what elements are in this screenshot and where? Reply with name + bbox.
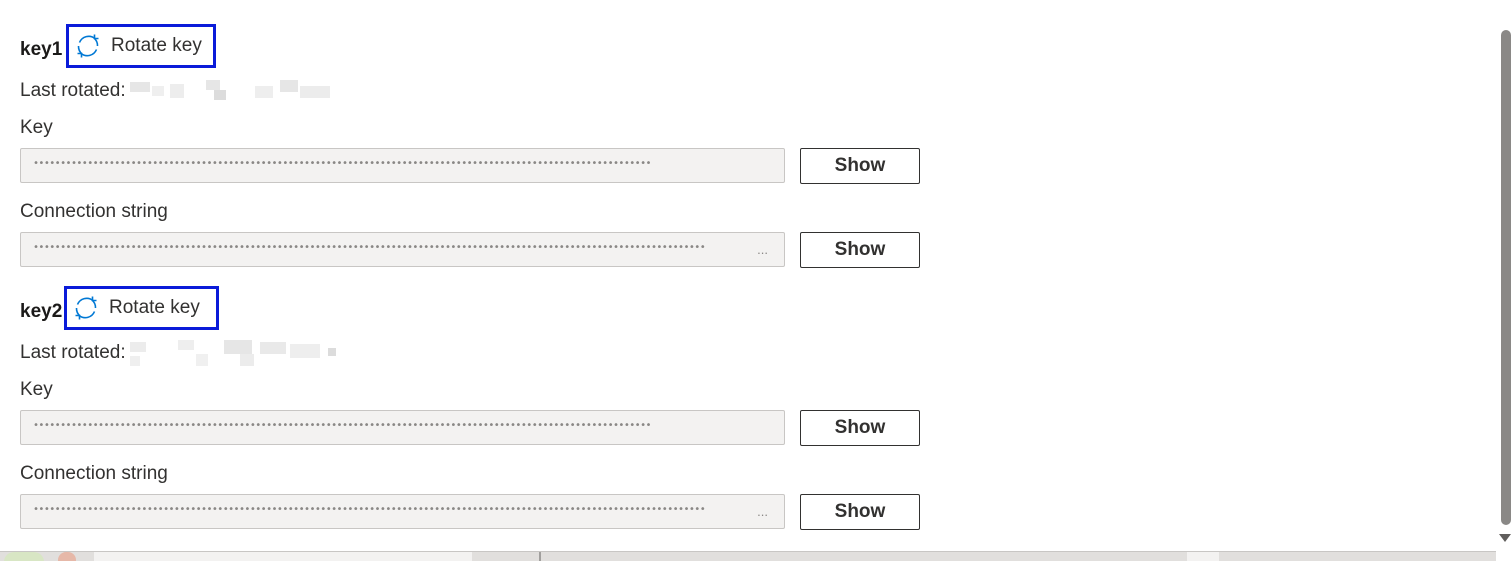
key1-connection-string-field[interactable]: ••••••••••••••••••••••••••••••••••••••••… xyxy=(20,232,785,267)
taskbar-divider xyxy=(1187,552,1219,561)
key-name: key2 xyxy=(20,301,63,322)
taskbar-divider xyxy=(94,552,472,561)
refresh-icon xyxy=(75,33,101,59)
truncation-ellipsis: ... xyxy=(757,504,768,519)
key2-section: key2 Rotate key Last rotated: Key ••••••… xyxy=(20,286,920,538)
key-masked-value: ••••••••••••••••••••••••••••••••••••••••… xyxy=(33,420,652,431)
last-rotated-label: Last rotated: xyxy=(20,342,126,363)
show-key1-button[interactable]: Show xyxy=(800,148,920,184)
last-rotated-label: Last rotated: xyxy=(20,80,126,101)
connection-string-label: Connection string xyxy=(20,201,168,222)
redacted-date xyxy=(130,80,335,104)
rotate-key-label: Rotate key xyxy=(109,297,200,318)
connection-masked-value: ••••••••••••••••••••••••••••••••••••••••… xyxy=(33,242,706,253)
rotate-key1-button[interactable]: Rotate key xyxy=(66,24,216,68)
key-label: Key xyxy=(20,379,53,400)
taskbar-app-icon[interactable] xyxy=(4,552,44,561)
rotate-key-label: Rotate key xyxy=(111,35,202,56)
key-masked-value: ••••••••••••••••••••••••••••••••••••••••… xyxy=(33,158,652,169)
key1-value-field[interactable]: ••••••••••••••••••••••••••••••••••••••••… xyxy=(20,148,785,183)
key2-value-field[interactable]: ••••••••••••••••••••••••••••••••••••••••… xyxy=(20,410,785,445)
taskbar-divider xyxy=(539,552,541,561)
vertical-scrollbar[interactable] xyxy=(1496,0,1512,561)
connection-string-label: Connection string xyxy=(20,463,168,484)
scroll-down-arrow-icon[interactable] xyxy=(1499,534,1511,542)
truncation-ellipsis: ... xyxy=(757,242,768,257)
rotate-key2-button[interactable]: Rotate key xyxy=(64,286,219,330)
show-key2-button[interactable]: Show xyxy=(800,410,920,446)
redacted-date xyxy=(130,340,340,366)
show-key1-connection-button[interactable]: Show xyxy=(800,232,920,268)
key-name: key1 xyxy=(20,39,63,60)
show-key2-connection-button[interactable]: Show xyxy=(800,494,920,530)
key-label: Key xyxy=(20,117,53,138)
key2-header: key2 xyxy=(20,298,62,326)
scrollbar-thumb[interactable] xyxy=(1501,30,1511,525)
bottom-bar xyxy=(0,551,1496,561)
key1-header: key1 xyxy=(20,36,62,64)
key2-connection-string-field[interactable]: ••••••••••••••••••••••••••••••••••••••••… xyxy=(20,494,785,529)
key1-section: key1 Rotate key Last rotated: Key ••••••… xyxy=(20,24,920,276)
refresh-icon xyxy=(73,295,99,321)
access-keys-panel: key1 Rotate key Last rotated: Key ••••••… xyxy=(0,0,1512,561)
taskbar-app-icon[interactable] xyxy=(58,552,76,561)
connection-masked-value: ••••••••••••••••••••••••••••••••••••••••… xyxy=(33,504,706,515)
